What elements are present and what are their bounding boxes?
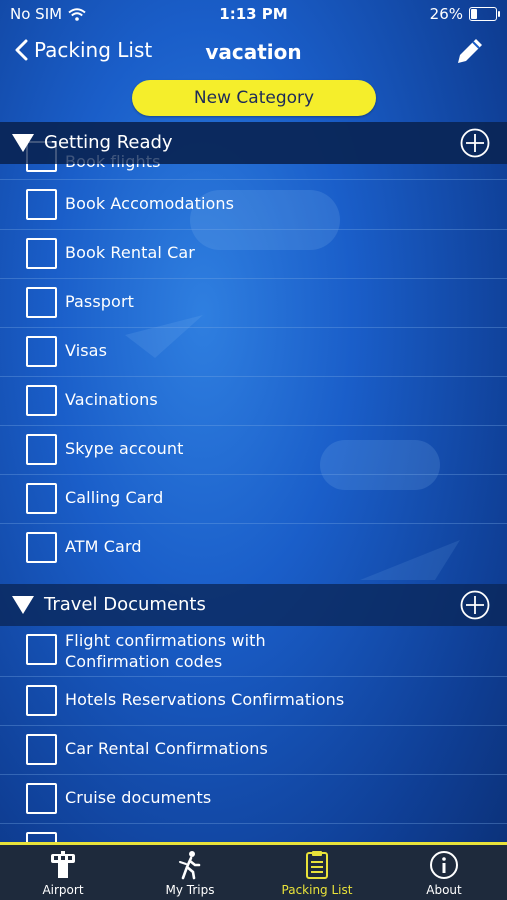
list-item[interactable]: Vacinations — [0, 376, 507, 426]
checkbox[interactable] — [26, 189, 57, 220]
add-item-icon[interactable] — [460, 128, 490, 158]
section-title: Getting Ready — [44, 132, 173, 153]
collapse-triangle-icon[interactable] — [12, 596, 34, 614]
checkbox[interactable] — [26, 336, 57, 367]
info-icon — [430, 851, 458, 879]
tab-label: Packing List — [281, 883, 353, 897]
item-label: Car Rental Confirmations — [65, 739, 268, 758]
checkbox[interactable] — [26, 634, 57, 665]
tab-my-trips[interactable]: My Trips — [127, 845, 253, 900]
item-label: Skype account — [65, 439, 184, 458]
add-item-icon[interactable] — [460, 590, 490, 620]
section-header-getting-ready-overlay: Getting Ready — [0, 122, 507, 164]
list-item[interactable]: Flight confirmations with Confirmation c… — [0, 627, 507, 677]
edit-button[interactable] — [453, 34, 487, 72]
tab-label: Airport — [42, 883, 84, 897]
item-label: Book Rental Car — [65, 243, 195, 262]
walking-traveler-icon — [179, 851, 201, 880]
tab-about[interactable]: About — [381, 845, 507, 900]
list-item[interactable]: Cruise documents — [0, 774, 507, 824]
item-label: Flight confirmations with Confirmation c… — [65, 631, 266, 671]
checkbox[interactable] — [26, 238, 57, 269]
tab-airport[interactable]: Airport — [0, 845, 126, 900]
list-item[interactable]: ATM Card — [0, 523, 507, 572]
item-label: ATM Card — [65, 537, 142, 556]
section-header-travel-documents[interactable]: Travel Documents — [0, 584, 507, 626]
item-label: Passport — [65, 292, 135, 311]
item-label: Calling Card — [65, 488, 164, 507]
item-label: Book Accomodations — [65, 194, 235, 213]
battery-icon — [469, 7, 500, 21]
checkbox[interactable] — [26, 483, 57, 514]
checkbox[interactable] — [26, 734, 57, 765]
list-item[interactable]: Book Rental Car — [0, 229, 507, 279]
control-tower-icon — [51, 851, 75, 878]
checkbox[interactable] — [26, 385, 57, 416]
checkbox[interactable] — [26, 532, 57, 563]
new-category-button[interactable]: New Category — [132, 80, 376, 116]
checkbox[interactable] — [26, 783, 57, 814]
list-item[interactable]: Car Rental Confirmations — [0, 725, 507, 775]
list-item[interactable]: Hotels Reservations Confirmations — [0, 676, 507, 726]
tab-label: My Trips — [165, 883, 215, 897]
status-bar: No SIM 1:13 PM 26% — [0, 0, 507, 28]
list-item[interactable]: Visas — [0, 327, 507, 377]
item-label: Hotels Reservations Confirmations — [65, 690, 345, 709]
checkbox[interactable] — [26, 685, 57, 716]
list-item[interactable]: Calling Card — [0, 474, 507, 524]
item-label: Visas — [65, 341, 108, 360]
tab-label: About — [426, 883, 462, 897]
section-title: Travel Documents — [44, 594, 206, 615]
item-label: Cruise documents — [65, 788, 212, 807]
item-label: Vacinations — [65, 390, 158, 409]
list-item[interactable]: Book Accomodations — [0, 180, 507, 230]
list-item[interactable]: Skype account — [0, 425, 507, 475]
tab-bar: Airport My Trips Packing List About — [0, 842, 507, 900]
clipboard-icon — [306, 851, 328, 879]
tab-packing-list[interactable]: Packing List — [254, 845, 380, 900]
navigation-bar: Packing List vacation — [0, 30, 507, 74]
list-item[interactable]: Passport — [0, 278, 507, 328]
checkbox[interactable] — [26, 287, 57, 318]
page-title: vacation — [205, 40, 302, 64]
checkbox[interactable] — [26, 434, 57, 465]
battery-percent: 26% — [429, 5, 463, 23]
collapse-triangle-icon — [12, 134, 34, 152]
pencil-icon — [458, 39, 482, 63]
